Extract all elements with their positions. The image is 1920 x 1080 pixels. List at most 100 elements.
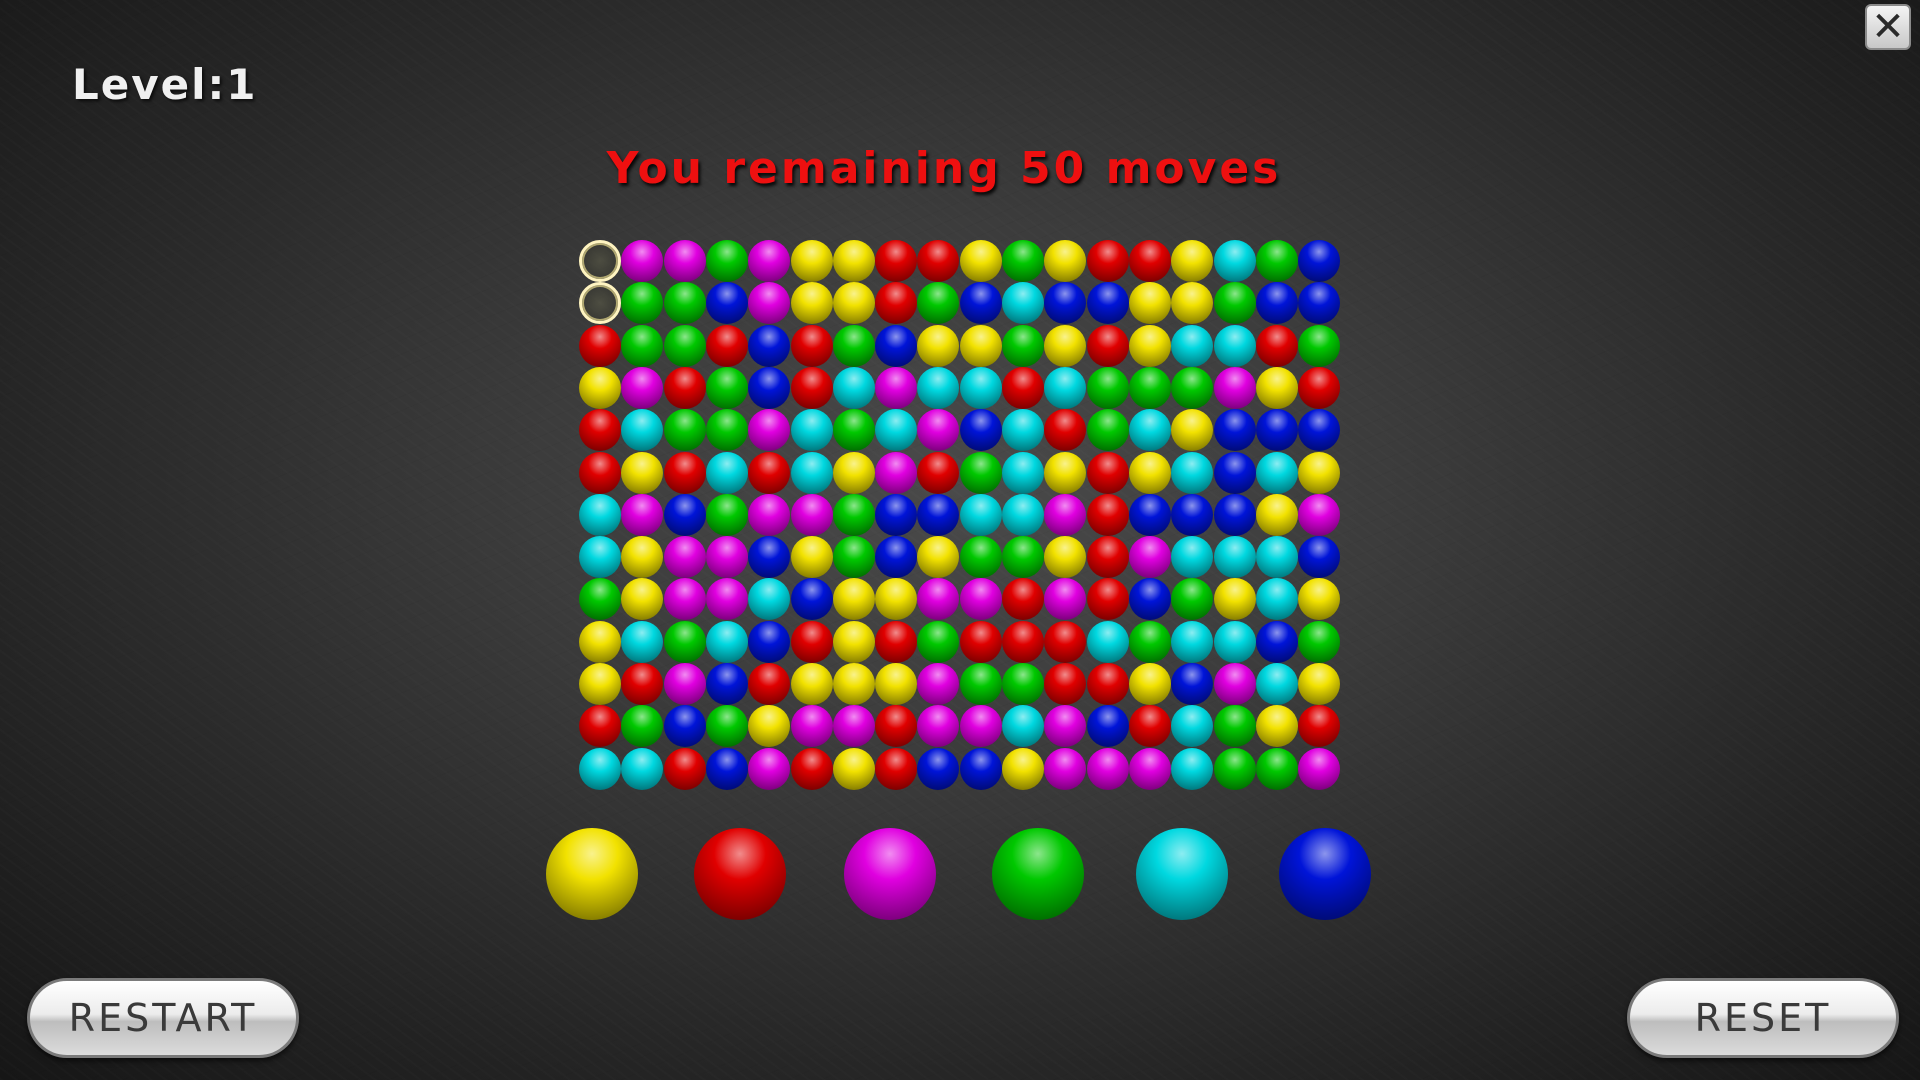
- palette-ball-magenta[interactable]: [844, 828, 936, 920]
- board-ball-cyan[interactable]: [1002, 409, 1044, 451]
- board-ball-blue[interactable]: [1298, 536, 1340, 578]
- board-ball-red[interactable]: [875, 621, 917, 663]
- board-ball-cyan[interactable]: [833, 367, 875, 409]
- board-ball-magenta[interactable]: [875, 367, 917, 409]
- board-ball-yellow[interactable]: [1044, 325, 1086, 367]
- board-ball-yellow[interactable]: [579, 367, 621, 409]
- board-ball-yellow[interactable]: [875, 578, 917, 620]
- board-ball-magenta[interactable]: [1214, 663, 1256, 705]
- board-ball-green[interactable]: [1002, 240, 1044, 282]
- board-ball-cyan[interactable]: [621, 409, 663, 451]
- board-ball-green[interactable]: [1214, 282, 1256, 324]
- board-ball-magenta[interactable]: [706, 578, 748, 620]
- board-ball-red[interactable]: [1087, 578, 1129, 620]
- board-ball-blue[interactable]: [960, 409, 1002, 451]
- board-ball-cyan[interactable]: [579, 494, 621, 536]
- board-ball-yellow[interactable]: [1171, 282, 1213, 324]
- board-ball-green[interactable]: [1087, 409, 1129, 451]
- board-ball-red[interactable]: [875, 748, 917, 790]
- board-ball-blue[interactable]: [1044, 282, 1086, 324]
- board-ball-yellow[interactable]: [833, 240, 875, 282]
- board-ball-red[interactable]: [579, 409, 621, 451]
- board-ball-yellow[interactable]: [1129, 663, 1171, 705]
- palette-ball-green[interactable]: [992, 828, 1084, 920]
- board-ball-red[interactable]: [1087, 663, 1129, 705]
- board-ball-green[interactable]: [917, 621, 959, 663]
- board-ball-blue[interactable]: [875, 325, 917, 367]
- board-ball-red[interactable]: [1087, 240, 1129, 282]
- board-ball-cyan[interactable]: [579, 748, 621, 790]
- board-ball-yellow[interactable]: [833, 748, 875, 790]
- board-ball-magenta[interactable]: [748, 409, 790, 451]
- board-ball-cyan[interactable]: [960, 367, 1002, 409]
- board-ball-blue[interactable]: [748, 621, 790, 663]
- board-ball-red[interactable]: [579, 452, 621, 494]
- board-ball-yellow[interactable]: [621, 578, 663, 620]
- board-ball-magenta[interactable]: [791, 494, 833, 536]
- board-ball-blue[interactable]: [1256, 621, 1298, 663]
- board-ball-blue[interactable]: [791, 578, 833, 620]
- board-ball-green[interactable]: [960, 536, 1002, 578]
- board-ball-magenta[interactable]: [664, 578, 706, 620]
- board-ball-cyan[interactable]: [1087, 621, 1129, 663]
- board-ball-red[interactable]: [1044, 621, 1086, 663]
- board-ball-magenta[interactable]: [1044, 705, 1086, 747]
- board-ball-blue[interactable]: [1298, 240, 1340, 282]
- board-ball-yellow[interactable]: [1256, 367, 1298, 409]
- board-ball-green[interactable]: [1129, 367, 1171, 409]
- board-ball-magenta[interactable]: [1129, 748, 1171, 790]
- board-ball-red[interactable]: [748, 452, 790, 494]
- board-ball-yellow[interactable]: [833, 452, 875, 494]
- board-ball-yellow[interactable]: [875, 663, 917, 705]
- board-ball-green[interactable]: [833, 325, 875, 367]
- board-ball-green[interactable]: [664, 325, 706, 367]
- board-ball-red[interactable]: [917, 240, 959, 282]
- board-ball-magenta[interactable]: [621, 367, 663, 409]
- board-ball-yellow[interactable]: [960, 325, 1002, 367]
- palette-ball-cyan[interactable]: [1136, 828, 1228, 920]
- board-ball-red[interactable]: [748, 663, 790, 705]
- board-ball-blue[interactable]: [664, 705, 706, 747]
- board-ball-red[interactable]: [1298, 367, 1340, 409]
- board-ball-blue[interactable]: [1087, 282, 1129, 324]
- board-ball-blue[interactable]: [1256, 282, 1298, 324]
- board-ball-blue[interactable]: [1171, 663, 1213, 705]
- board-ball-blue[interactable]: [1298, 282, 1340, 324]
- board-ball-blue[interactable]: [1256, 409, 1298, 451]
- board-ball-green[interactable]: [621, 705, 663, 747]
- board-ball-red[interactable]: [706, 325, 748, 367]
- board-ball-green[interactable]: [706, 409, 748, 451]
- board-ball-cyan[interactable]: [791, 409, 833, 451]
- board-ball-yellow[interactable]: [1171, 240, 1213, 282]
- board-ball-cyan[interactable]: [1129, 409, 1171, 451]
- board-ball-magenta[interactable]: [1044, 748, 1086, 790]
- board-ball-red[interactable]: [1256, 325, 1298, 367]
- board-ball-green[interactable]: [833, 536, 875, 578]
- board-ball-blue[interactable]: [917, 748, 959, 790]
- board-ball-blue[interactable]: [1214, 452, 1256, 494]
- board-ball-red[interactable]: [579, 325, 621, 367]
- board-ball-red[interactable]: [917, 452, 959, 494]
- board-ball-green[interactable]: [664, 621, 706, 663]
- board-ball-yellow[interactable]: [1298, 578, 1340, 620]
- board-ball-yellow[interactable]: [621, 536, 663, 578]
- board-ball-magenta[interactable]: [917, 705, 959, 747]
- board-ball-yellow[interactable]: [833, 663, 875, 705]
- board-ball-green[interactable]: [1171, 578, 1213, 620]
- board-ball-cyan[interactable]: [1214, 240, 1256, 282]
- board-ball-blue[interactable]: [748, 536, 790, 578]
- board-ball-cyan[interactable]: [1002, 705, 1044, 747]
- board-ball-cyan[interactable]: [1214, 325, 1256, 367]
- board-ball-blue[interactable]: [1129, 494, 1171, 536]
- board-ball-selected[interactable]: [579, 240, 621, 282]
- board-ball-magenta[interactable]: [748, 494, 790, 536]
- board-ball-cyan[interactable]: [1171, 325, 1213, 367]
- board-ball-red[interactable]: [791, 621, 833, 663]
- board-ball-magenta[interactable]: [917, 663, 959, 705]
- board-ball-green[interactable]: [1087, 367, 1129, 409]
- board-ball-magenta[interactable]: [1298, 494, 1340, 536]
- board-ball-green[interactable]: [1298, 621, 1340, 663]
- palette-ball-red[interactable]: [694, 828, 786, 920]
- board-ball-magenta[interactable]: [664, 536, 706, 578]
- board-ball-green[interactable]: [960, 663, 1002, 705]
